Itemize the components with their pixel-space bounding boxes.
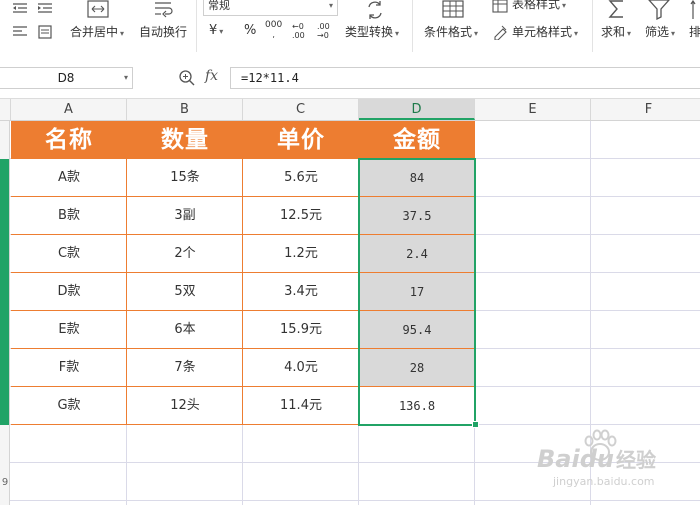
auto-wrap-icon[interactable] xyxy=(152,0,176,24)
column-divider xyxy=(242,159,243,425)
row-divider xyxy=(11,424,475,425)
cell-amount[interactable]: 28 xyxy=(359,349,475,387)
decrease-decimal-button[interactable]: .00 →0 xyxy=(317,22,330,40)
column-header-f[interactable]: F xyxy=(591,99,700,120)
cell-amount[interactable]: 84 xyxy=(359,159,475,197)
cell-quantity[interactable]: 5双 xyxy=(127,273,243,311)
row-header-selected[interactable] xyxy=(0,159,10,425)
distributed-align-icon[interactable] xyxy=(37,24,53,44)
watermark-url: jingyan.baidu.com xyxy=(553,475,655,488)
merge-center-icon[interactable] xyxy=(86,0,110,24)
cell-amount[interactable]: 17 xyxy=(359,273,475,311)
cell-amount[interactable]: 2.4 xyxy=(359,235,475,273)
table-header-unit-price[interactable]: 单价 xyxy=(243,121,359,159)
formula-bar: D8 ▾ fx =12*11.4 xyxy=(0,58,700,99)
divider xyxy=(412,0,413,52)
sum-icon[interactable] xyxy=(606,0,628,24)
type-convert-button[interactable]: 类型转换 ▾ xyxy=(345,25,399,41)
table-style-button[interactable]: 表格样式 ▾ xyxy=(512,0,566,13)
cell-name[interactable]: G款 xyxy=(11,387,127,425)
cell-unit-price[interactable]: 15.9元 xyxy=(243,311,359,349)
column-divider xyxy=(358,159,359,425)
formula-input[interactable]: =12*11.4 xyxy=(230,67,700,89)
ribbon-toolbar: 合并居中 ▾ 自动换行 常规 ▾ ¥ ▾ % 000 , ←0.00 .00 →0 类… xyxy=(0,0,700,59)
fx-icon[interactable]: fx xyxy=(205,68,218,84)
cell-unit-price[interactable]: 1.2元 xyxy=(243,235,359,273)
cell-name[interactable]: E款 xyxy=(11,311,127,349)
cell-name[interactable]: C款 xyxy=(11,235,127,273)
table-style-icon[interactable] xyxy=(492,0,508,17)
cell-style-button[interactable]: 单元格样式 ▾ xyxy=(512,25,578,41)
type-convert-icon[interactable] xyxy=(365,0,385,24)
number-format-select[interactable]: 常规 ▾ xyxy=(203,0,338,16)
sort-button[interactable]: 排 xyxy=(689,25,700,39)
column-header-b[interactable]: B xyxy=(127,99,243,120)
row-header-corner[interactable] xyxy=(0,99,11,120)
column-header-row: A B C D E F xyxy=(0,99,700,121)
conditional-format-button[interactable]: 条件格式 ▾ xyxy=(424,25,478,41)
column-header-e[interactable]: E xyxy=(475,99,591,120)
cell-name[interactable]: D款 xyxy=(11,273,127,311)
cell-unit-price[interactable]: 11.4元 xyxy=(243,387,359,425)
column-header-a[interactable]: A xyxy=(11,99,127,120)
cell-style-icon[interactable] xyxy=(492,24,508,44)
sort-icon[interactable] xyxy=(690,0,700,24)
table-header-quantity[interactable]: 数量 xyxy=(127,121,243,159)
cell-unit-price[interactable]: 3.4元 xyxy=(243,273,359,311)
cell-quantity[interactable]: 7条 xyxy=(127,349,243,387)
cell-amount[interactable]: 37.5 xyxy=(359,197,475,235)
percent-button[interactable]: % xyxy=(244,24,256,38)
cell-quantity[interactable]: 3副 xyxy=(127,197,243,235)
align-left-icon[interactable] xyxy=(12,24,28,44)
column-header-d[interactable]: D xyxy=(359,99,475,120)
currency-button[interactable]: ¥ ▾ xyxy=(209,24,223,39)
row-header-9[interactable]: 9 xyxy=(0,425,10,505)
zoom-search-icon[interactable] xyxy=(178,69,196,91)
divider xyxy=(592,0,593,52)
watermark-brand: Baidu 经验 xyxy=(537,445,656,473)
indent-decrease-icon[interactable] xyxy=(12,0,28,19)
thousands-separator-button[interactable]: 000 , xyxy=(265,21,282,40)
cell-quantity[interactable]: 15条 xyxy=(127,159,243,197)
cell-name[interactable]: A款 xyxy=(11,159,127,197)
row-header-1[interactable] xyxy=(0,121,10,159)
column-divider xyxy=(126,159,127,425)
cell-amount[interactable]: 95.4 xyxy=(359,311,475,349)
chevron-down-icon: ▾ xyxy=(328,1,333,10)
increase-decimal-button[interactable]: ←0.00 xyxy=(292,22,305,40)
indent-increase-icon[interactable] xyxy=(37,0,53,19)
fill-handle[interactable] xyxy=(472,421,479,428)
cell-quantity[interactable]: 12头 xyxy=(127,387,243,425)
cell-quantity[interactable]: 6本 xyxy=(127,311,243,349)
column-header-c[interactable]: C xyxy=(243,99,359,120)
filter-button[interactable]: 筛选 ▾ xyxy=(645,25,675,41)
conditional-format-icon[interactable] xyxy=(441,0,465,24)
cell-unit-price[interactable]: 4.0元 xyxy=(243,349,359,387)
name-box[interactable]: D8 ▾ xyxy=(0,67,133,89)
table-header-name[interactable]: 名称 xyxy=(11,121,127,159)
divider xyxy=(196,0,197,52)
sum-button[interactable]: 求和 ▾ xyxy=(601,25,631,41)
table-header-amount[interactable]: 金额 xyxy=(359,121,475,159)
cell-unit-price[interactable]: 5.6元 xyxy=(243,159,359,197)
merge-center-button[interactable]: 合并居中 ▾ xyxy=(70,25,124,41)
chevron-down-icon: ▾ xyxy=(123,73,128,82)
auto-wrap-button[interactable]: 自动换行 xyxy=(139,25,187,39)
cell-unit-price[interactable]: 12.5元 xyxy=(243,197,359,235)
cell-name[interactable]: B款 xyxy=(11,197,127,235)
cell-quantity[interactable]: 2个 xyxy=(127,235,243,273)
cell-name[interactable]: F款 xyxy=(11,349,127,387)
filter-icon[interactable] xyxy=(647,0,671,24)
cell-amount[interactable]: 136.8 xyxy=(359,387,475,425)
